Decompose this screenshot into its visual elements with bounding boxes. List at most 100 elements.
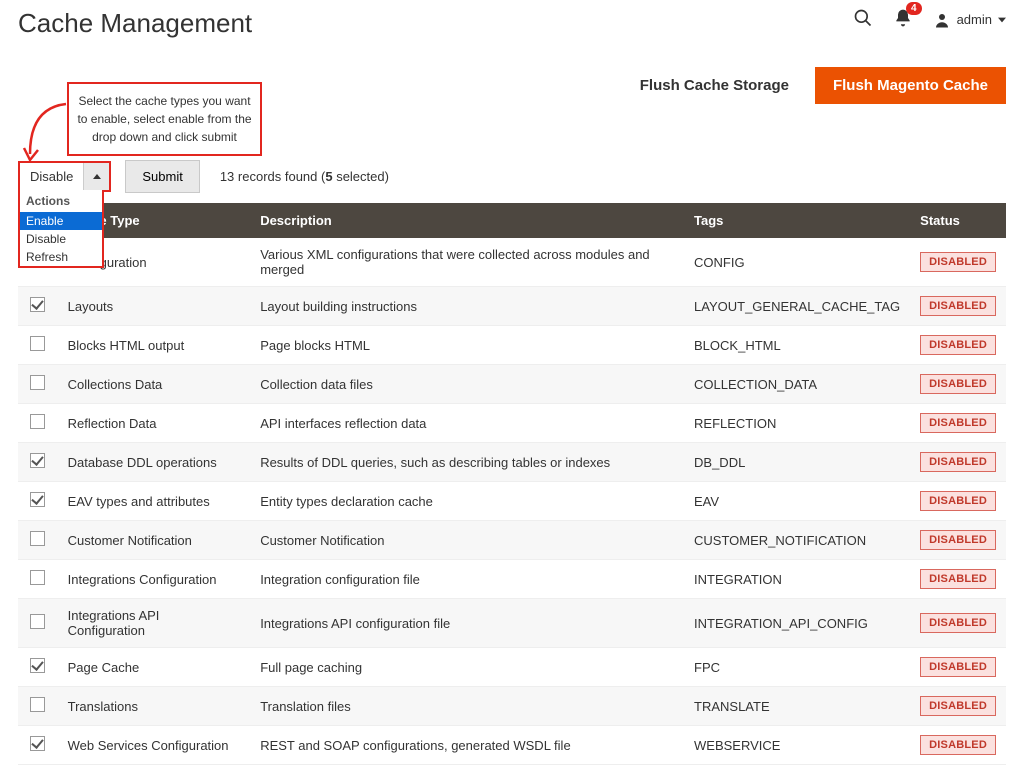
status-badge: DISABLED xyxy=(920,335,996,355)
chevron-down-icon xyxy=(998,16,1006,24)
table-row: LayoutsLayout building instructionsLAYOU… xyxy=(18,287,1006,326)
cell-cache-type: Blocks HTML output xyxy=(58,326,251,365)
cell-tags: LAYOUT_GENERAL_CACHE_TAG xyxy=(684,287,910,326)
row-checkbox[interactable] xyxy=(30,736,45,751)
row-checkbox[interactable] xyxy=(30,414,45,429)
row-checkbox[interactable] xyxy=(30,614,45,629)
col-tags[interactable]: Tags xyxy=(684,203,910,238)
instruction-callout: Select the cache types you want to enabl… xyxy=(67,82,262,156)
dropdown-item-refresh[interactable]: Refresh xyxy=(20,248,102,266)
table-row: Page CacheFull page cachingFPC DISABLED xyxy=(18,648,1006,687)
row-checkbox[interactable] xyxy=(30,658,45,673)
table-row: Reflection DataAPI interfaces reflection… xyxy=(18,404,1006,443)
flush-magento-cache-button[interactable]: Flush Magento Cache xyxy=(815,67,1006,104)
cell-tags: DB_DDL xyxy=(684,443,910,482)
dropdown-item-disable[interactable]: Disable xyxy=(20,230,102,248)
dropdown-item-enable[interactable]: Enable xyxy=(20,212,102,230)
records-found-text: 13 records found (5 selected) xyxy=(220,169,389,184)
status-badge: DISABLED xyxy=(920,613,996,633)
cell-cache-type: Database DDL operations xyxy=(58,443,251,482)
cell-description: Layout building instructions xyxy=(250,287,684,326)
cell-description: API interfaces reflection data xyxy=(250,404,684,443)
row-checkbox[interactable] xyxy=(30,697,45,712)
cache-table: Cache Type Description Tags Status gurat… xyxy=(18,203,1006,765)
row-checkbox[interactable] xyxy=(30,297,45,312)
mass-action-toggle[interactable] xyxy=(83,163,109,190)
page-title: Cache Management xyxy=(18,8,252,39)
table-row: gurationVarious XML configurations that … xyxy=(18,238,1006,287)
table-row: Database DDL operationsResults of DDL qu… xyxy=(18,443,1006,482)
cell-cache-type: Layouts xyxy=(58,287,251,326)
cell-tags: CONFIG xyxy=(684,238,910,287)
cell-cache-type: Integrations API Configuration xyxy=(58,599,251,648)
cell-tags: EAV xyxy=(684,482,910,521)
status-badge: DISABLED xyxy=(920,252,996,272)
cell-tags: INTEGRATION_API_CONFIG xyxy=(684,599,910,648)
dropdown-heading: Actions xyxy=(20,190,102,212)
cell-description: Full page caching xyxy=(250,648,684,687)
cell-cache-type: Translations xyxy=(58,687,251,726)
cell-description: Results of DDL queries, such as describi… xyxy=(250,443,684,482)
mass-action-dropdown: Actions Enable Disable Refresh xyxy=(18,190,104,268)
admin-account-menu[interactable]: admin xyxy=(933,11,1006,29)
cell-description: Entity types declaration cache xyxy=(250,482,684,521)
col-status[interactable]: Status xyxy=(910,203,1006,238)
cell-description: REST and SOAP configurations, generated … xyxy=(250,726,684,765)
cell-description: Integrations API configuration file xyxy=(250,599,684,648)
table-row: TranslationsTranslation filesTRANSLATE DI… xyxy=(18,687,1006,726)
cell-description: Collection data files xyxy=(250,365,684,404)
col-description[interactable]: Description xyxy=(250,203,684,238)
row-checkbox[interactable] xyxy=(30,492,45,507)
cell-description: Page blocks HTML xyxy=(250,326,684,365)
status-badge: DISABLED xyxy=(920,413,996,433)
cell-tags: REFLECTION xyxy=(684,404,910,443)
table-row: Customer NotificationCustomer Notificati… xyxy=(18,521,1006,560)
table-row: Blocks HTML outputPage blocks HTMLBLOCK_… xyxy=(18,326,1006,365)
status-badge: DISABLED xyxy=(920,696,996,716)
cell-cache-type: Customer Notification xyxy=(58,521,251,560)
cell-cache-type: Reflection Data xyxy=(58,404,251,443)
status-badge: DISABLED xyxy=(920,491,996,511)
cell-cache-type: Page Cache xyxy=(58,648,251,687)
table-row: Web Services ConfigurationREST and SOAP … xyxy=(18,726,1006,765)
table-row: Integrations API ConfigurationIntegratio… xyxy=(18,599,1006,648)
search-icon[interactable] xyxy=(853,8,873,31)
cell-tags: INTEGRATION xyxy=(684,560,910,599)
cell-tags: TRANSLATE xyxy=(684,687,910,726)
cell-tags: BLOCK_HTML xyxy=(684,326,910,365)
status-badge: DISABLED xyxy=(920,530,996,550)
cell-cache-type: Integrations Configuration xyxy=(58,560,251,599)
cell-tags: FPC xyxy=(684,648,910,687)
cell-cache-type: Web Services Configuration xyxy=(58,726,251,765)
status-badge: DISABLED xyxy=(920,735,996,755)
admin-user-label: admin xyxy=(957,12,992,27)
notification-count-badge: 4 xyxy=(906,2,922,15)
table-row: EAV types and attributesEntity types dec… xyxy=(18,482,1006,521)
row-checkbox[interactable] xyxy=(30,531,45,546)
row-checkbox[interactable] xyxy=(30,375,45,390)
user-icon xyxy=(933,11,951,29)
submit-button[interactable]: Submit xyxy=(125,160,199,193)
cell-description: Translation files xyxy=(250,687,684,726)
cell-description: Various XML configurations that were col… xyxy=(250,238,684,287)
cell-description: Customer Notification xyxy=(250,521,684,560)
cell-cache-type: EAV types and attributes xyxy=(58,482,251,521)
status-badge: DISABLED xyxy=(920,296,996,316)
row-checkbox[interactable] xyxy=(30,453,45,468)
cell-tags: WEBSERVICE xyxy=(684,726,910,765)
status-badge: DISABLED xyxy=(920,569,996,589)
status-badge: DISABLED xyxy=(920,657,996,677)
callout-arrow-icon xyxy=(20,98,70,168)
status-badge: DISABLED xyxy=(920,374,996,394)
cell-tags: COLLECTION_DATA xyxy=(684,365,910,404)
cell-cache-type: Collections Data xyxy=(58,365,251,404)
status-badge: DISABLED xyxy=(920,452,996,472)
notifications-icon[interactable]: 4 xyxy=(893,8,913,31)
flush-cache-storage-button[interactable]: Flush Cache Storage xyxy=(628,67,801,104)
row-checkbox[interactable] xyxy=(30,570,45,585)
cell-tags: CUSTOMER_NOTIFICATION xyxy=(684,521,910,560)
row-checkbox[interactable] xyxy=(30,336,45,351)
cell-description: Integration configuration file xyxy=(250,560,684,599)
table-row: Integrations ConfigurationIntegration co… xyxy=(18,560,1006,599)
table-row: Collections DataCollection data filesCOL… xyxy=(18,365,1006,404)
